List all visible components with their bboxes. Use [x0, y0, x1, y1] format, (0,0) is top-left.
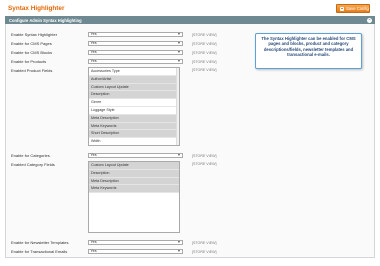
- label-enabled-category-fields: Enabled Category Fields: [11, 162, 55, 167]
- option-selected[interactable]: Meta Description: [89, 114, 179, 123]
- option-selected[interactable]: Meta Keywords: [89, 122, 179, 131]
- label-enabled-product-fields: Enabled Product Fields: [11, 68, 53, 73]
- select-value: Yes: [90, 40, 97, 45]
- chevron-down-icon: ▼: [177, 49, 181, 54]
- select-enable-newsletter-templates[interactable]: Yes ▼: [88, 239, 183, 245]
- select-enable-products[interactable]: Yes ▼: [88, 58, 183, 64]
- option-selected[interactable]: Description: [89, 91, 179, 100]
- select-value: Yes: [90, 152, 97, 157]
- save-config-label: Save Config: [346, 6, 369, 11]
- select-enable-cms-blocks[interactable]: Yes ▼: [88, 49, 183, 55]
- scope-label: [STORE VIEW]: [192, 162, 217, 166]
- option-selected[interactable]: Meta Keywords: [89, 185, 179, 194]
- option-selected[interactable]: Custom Layout Update: [89, 162, 179, 170]
- scope-label: [STORE VIEW]: [192, 249, 217, 254]
- scope-label: [STORE VIEW]: [192, 240, 217, 245]
- scope-label: [STORE VIEW]: [192, 153, 217, 158]
- select-enable-transactional-emails[interactable]: Yes ▼: [88, 248, 183, 254]
- option-selected[interactable]: Meta Description: [89, 177, 179, 186]
- section-title: Configure Admin Syntax Highlighting: [9, 17, 82, 23]
- scope-label: [STORE VIEW]: [192, 32, 217, 37]
- option-selected[interactable]: Custom Layout Update: [89, 83, 179, 92]
- chevron-down-icon: ▼: [177, 58, 181, 63]
- label-enable-products: Enable for Products: [11, 59, 47, 64]
- chevron-down-icon: ▼: [177, 239, 181, 244]
- select-value: Yes: [90, 31, 97, 36]
- select-value: Yes: [90, 239, 97, 244]
- select-value: Yes: [90, 49, 97, 54]
- option[interactable]: Width: [89, 138, 179, 145]
- select-value: Yes: [90, 248, 97, 253]
- label-enable-cms-pages: Enable for CMS Pages: [11, 41, 52, 46]
- scrollbar[interactable]: [176, 68, 179, 145]
- chevron-down-icon: ▼: [177, 248, 181, 253]
- scope-label: [STORE VIEW]: [192, 68, 217, 72]
- chevron-down-icon: ▼: [177, 152, 181, 157]
- save-icon: [340, 6, 344, 11]
- select-enable-categories[interactable]: Yes ▼: [88, 152, 183, 158]
- save-config-button[interactable]: Save Config: [336, 4, 370, 13]
- chevron-down-icon: ▼: [177, 40, 181, 45]
- scope-label: [STORE VIEW]: [192, 41, 217, 46]
- page-title: Syntax Highlighter: [8, 5, 65, 12]
- label-enable-categories: Enable for Categories: [11, 153, 50, 158]
- option[interactable]: Luggage Style: [89, 107, 179, 115]
- scope-label: [STORE VIEW]: [192, 59, 217, 64]
- option-selected[interactable]: Short Description: [89, 130, 179, 139]
- label-enable-transactional-emails: Enable for Transactional Emails: [11, 249, 68, 254]
- label-enable-newsletter-templates: Enable for Newsletter Templates: [11, 240, 69, 245]
- section-header[interactable]: Configure Admin Syntax Highlighting ⌃: [5, 16, 375, 24]
- option[interactable]: Accessories Type: [89, 68, 179, 76]
- multiselect-product-fields[interactable]: Accessories Type Author/Artist Custom La…: [88, 67, 180, 146]
- label-enable-cms-blocks: Enable for CMS Blocks: [11, 50, 53, 55]
- option[interactable]: Genre: [89, 99, 179, 107]
- scope-label: [STORE VIEW]: [192, 50, 217, 55]
- option-selected[interactable]: Author/Artist: [89, 75, 179, 84]
- select-value: Yes: [90, 58, 97, 63]
- collapse-icon[interactable]: ⌃: [367, 17, 372, 23]
- option-selected[interactable]: Description: [89, 169, 179, 178]
- select-enable-syntax-highlighter[interactable]: Yes ▼: [88, 31, 183, 37]
- info-tooltip: The Syntax Highlighter can be enabled fo…: [255, 33, 362, 69]
- label-enable-syntax-highlighter: Enable Syntax Highlighter: [11, 32, 58, 37]
- multiselect-category-fields[interactable]: Custom Layout Update Description Meta De…: [88, 161, 180, 233]
- chevron-down-icon: ▼: [177, 31, 181, 36]
- select-enable-cms-pages[interactable]: Yes ▼: [88, 40, 183, 46]
